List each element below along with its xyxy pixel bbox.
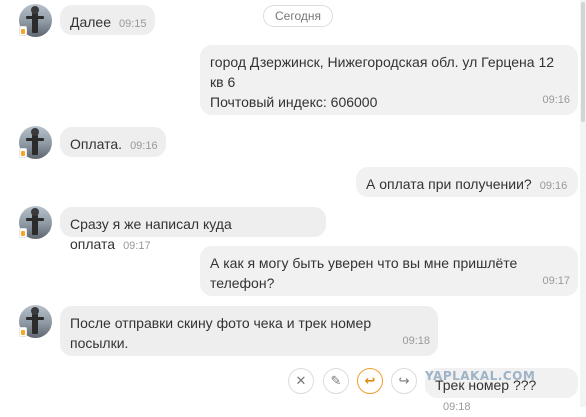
message-time: 09:17 bbox=[542, 275, 570, 287]
status-icon bbox=[19, 26, 27, 36]
person-silhouette bbox=[26, 208, 44, 235]
message-time: 09:16 bbox=[542, 94, 570, 106]
message-bubble-incoming[interactable]: Сразу я же написал куда оплата 09:17 bbox=[60, 207, 326, 252]
person-silhouette bbox=[26, 307, 44, 334]
status-icon bbox=[19, 327, 27, 337]
avatar[interactable] bbox=[19, 206, 52, 239]
message-bubble-incoming[interactable]: Далее 09:15 bbox=[60, 5, 155, 35]
message-text: Далее bbox=[70, 14, 112, 30]
chat-window: Сегодня Далее 09:15 город Дзержинск, Ниже… bbox=[0, 0, 586, 413]
forward-icon[interactable]: ↪ bbox=[391, 368, 417, 394]
person-silhouette bbox=[26, 128, 44, 155]
message-time: 09:15 bbox=[119, 18, 147, 30]
message-text: город Дзержинск, Нижегородская обл. ул Г… bbox=[210, 54, 555, 110]
message-time: 09:18 bbox=[402, 335, 430, 347]
message-time: 09:16 bbox=[539, 180, 568, 192]
scrollbar-thumb[interactable] bbox=[581, 2, 585, 122]
watermark: YAPLAKAL.COM bbox=[425, 369, 536, 383]
avatar[interactable] bbox=[19, 4, 52, 37]
message-text: А как я могу быть уверен что вы мне приш… bbox=[210, 255, 518, 291]
message-bubble-outgoing[interactable]: А как я могу быть уверен что вы мне приш… bbox=[200, 246, 578, 296]
message-bubble-outgoing[interactable]: А оплата при получении? 09:16 bbox=[356, 167, 578, 197]
close-icon[interactable]: ✕ bbox=[288, 368, 314, 394]
message-bubble-incoming[interactable]: После отправки скину фото чека и трек но… bbox=[60, 306, 438, 356]
message-bubble-incoming[interactable]: Оплата. 09:16 bbox=[60, 127, 166, 157]
message-time: 09:16 bbox=[130, 140, 158, 152]
message-text: А оплата при получении? bbox=[366, 176, 532, 192]
avatar[interactable] bbox=[19, 305, 52, 338]
status-icon bbox=[19, 228, 27, 238]
message-time: 09:17 bbox=[123, 240, 151, 252]
reply-icon[interactable]: ↩ bbox=[357, 368, 383, 394]
scrollbar[interactable] bbox=[580, 0, 586, 407]
pencil-icon[interactable]: ✎ bbox=[323, 368, 349, 394]
status-icon bbox=[19, 148, 27, 158]
message-time: 09:18 bbox=[443, 401, 471, 413]
message-bubble-outgoing[interactable]: город Дзержинск, Нижегородская обл. ул Г… bbox=[200, 45, 578, 115]
message-text: После отправки скину фото чека и трек но… bbox=[70, 315, 372, 351]
date-separator: Сегодня bbox=[263, 5, 333, 27]
message-text: Оплата. bbox=[70, 136, 123, 152]
person-silhouette bbox=[26, 6, 44, 33]
avatar[interactable] bbox=[19, 126, 52, 159]
